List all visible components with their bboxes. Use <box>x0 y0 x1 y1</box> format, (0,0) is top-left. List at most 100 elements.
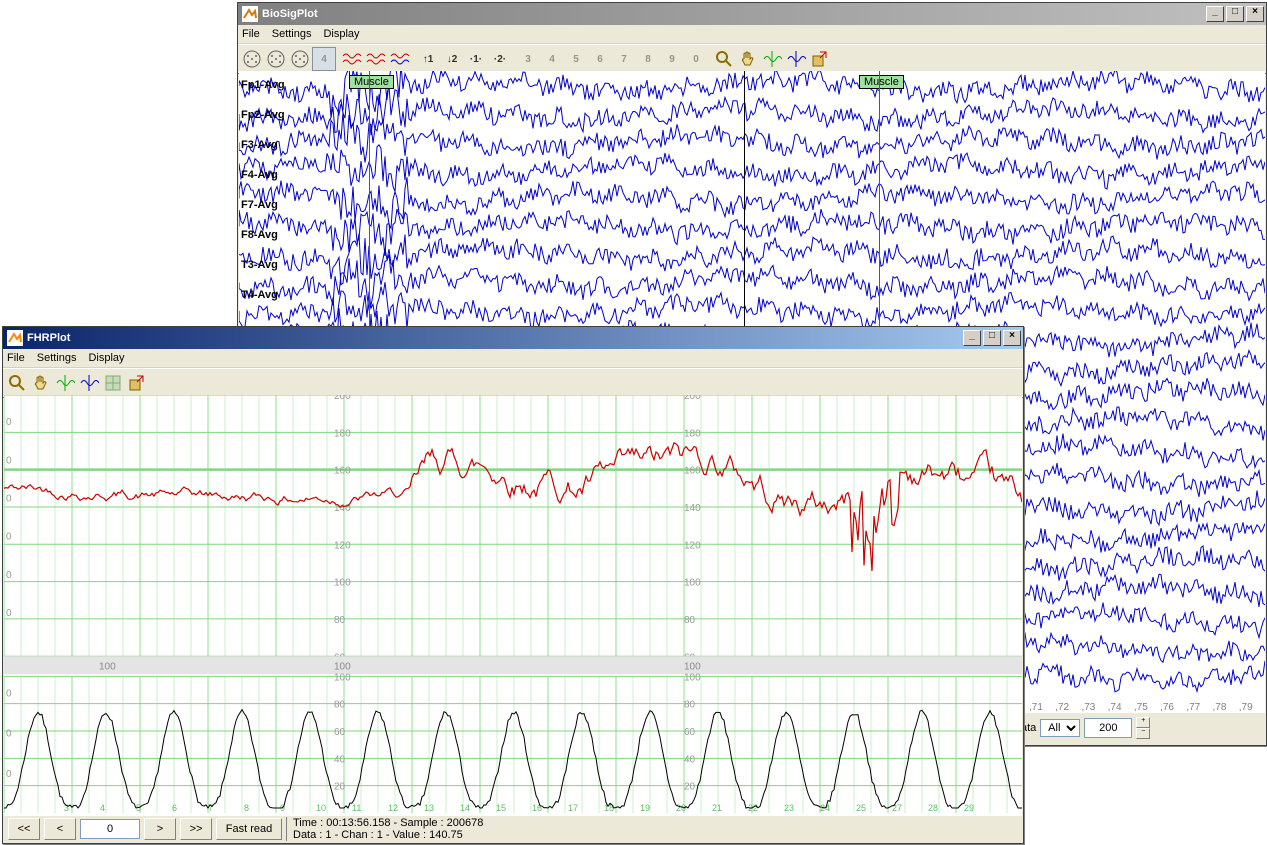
wave-red-1-icon[interactable] <box>340 47 364 71</box>
svg-text:0: 0 <box>6 769 12 780</box>
cursor-blue-icon[interactable] <box>784 47 808 71</box>
grid-icon[interactable] <box>101 371 125 395</box>
export-icon[interactable] <box>125 371 149 395</box>
montage-4-icon[interactable]: 4 <box>312 47 336 71</box>
montage-1-icon[interactable] <box>240 47 264 71</box>
arrow-down-2-icon[interactable]: ↓2 <box>440 47 464 71</box>
nav-last-button[interactable]: >> <box>180 818 212 840</box>
menu-file[interactable]: File <box>242 28 260 40</box>
svg-text:19: 19 <box>640 803 650 813</box>
n6-icon[interactable]: 6 <box>588 47 612 71</box>
n9-icon[interactable]: 9 <box>660 47 684 71</box>
fhrplot-window: FHRPlot _ □ × File Settings Display 2002… <box>2 326 1024 844</box>
svg-text:180: 180 <box>684 428 701 439</box>
svg-text:10: 10 <box>316 803 326 813</box>
svg-text:25: 25 <box>856 803 866 813</box>
svg-text:200: 200 <box>334 395 351 402</box>
channel-label: F4-Avg <box>241 169 278 181</box>
channel-label: Fp1-Avg <box>241 79 285 91</box>
scale-spinner[interactable]: +− <box>1136 717 1150 739</box>
svg-text:100: 100 <box>684 661 701 672</box>
svg-text:180: 180 <box>334 428 351 439</box>
montage-3-icon[interactable] <box>288 47 312 71</box>
svg-text:40: 40 <box>684 754 696 765</box>
scale-2-icon[interactable]: ·2· <box>488 47 512 71</box>
svg-text:16: 16 <box>532 803 542 813</box>
n8-icon[interactable]: 8 <box>636 47 660 71</box>
cursor-green-icon[interactable] <box>53 371 77 395</box>
nav-prev-button[interactable]: < <box>44 818 76 840</box>
n4-icon[interactable]: 4 <box>540 47 564 71</box>
channel-label: F3-Avg <box>241 139 278 151</box>
close-button[interactable]: × <box>1003 330 1021 346</box>
svg-text:80: 80 <box>684 700 696 711</box>
nav-first-button[interactable]: << <box>8 818 40 840</box>
svg-text:0: 0 <box>6 570 12 581</box>
channel-label: T3-Avg <box>241 259 278 271</box>
svg-text:0: 0 <box>6 729 12 740</box>
menu-settings[interactable]: Settings <box>37 352 77 364</box>
svg-text:27: 27 <box>892 803 902 813</box>
svg-text:160: 160 <box>684 466 701 477</box>
event-muscle-1[interactable]: Muscle <box>349 75 394 89</box>
svg-text:80: 80 <box>334 615 346 626</box>
matlab-icon <box>7 330 23 346</box>
hand-icon[interactable] <box>736 47 760 71</box>
channel-label: F8-Avg <box>241 229 278 241</box>
n3-icon[interactable]: 3 <box>516 47 540 71</box>
svg-text:12: 12 <box>388 803 398 813</box>
svg-text:0: 0 <box>6 417 12 428</box>
svg-text:200: 200 <box>684 395 701 402</box>
biosig-titlebar[interactable]: BioSigPlot _ □ × <box>238 3 1266 25</box>
svg-text:29: 29 <box>964 803 974 813</box>
svg-text:0: 0 <box>6 688 12 699</box>
fhr-bottom-bar: << < > >> Fast read Time : 00:13:56.158 … <box>4 815 1022 842</box>
svg-text:100: 100 <box>334 578 351 589</box>
minimize-button[interactable]: _ <box>1206 6 1224 22</box>
maximize-button[interactable]: □ <box>983 330 1001 346</box>
svg-text:100: 100 <box>334 672 351 683</box>
scale-value-input[interactable] <box>1084 718 1132 738</box>
channel-label: F7-Avg <box>241 199 278 211</box>
arrow-up-1-icon[interactable]: ↑1 <box>416 47 440 71</box>
scale-1-icon[interactable]: ·1· <box>464 47 488 71</box>
svg-text:15: 15 <box>496 803 506 813</box>
close-button[interactable]: × <box>1246 6 1264 22</box>
svg-text:20: 20 <box>684 782 696 793</box>
fhr-titlebar[interactable]: FHRPlot _ □ × <box>3 327 1023 349</box>
n7-icon[interactable]: 7 <box>612 47 636 71</box>
fhr-plot-area[interactable]: 2002001801801601601401401201201001008080… <box>4 395 1022 815</box>
svg-text:80: 80 <box>684 615 696 626</box>
maximize-button[interactable]: □ <box>1226 6 1244 22</box>
channel-select[interactable]: All <box>1040 719 1080 737</box>
event-muscle-2[interactable]: Muscle <box>859 75 904 89</box>
montage-2-icon[interactable] <box>264 47 288 71</box>
hand-icon[interactable] <box>29 371 53 395</box>
export-icon[interactable] <box>808 47 832 71</box>
menu-display[interactable]: Display <box>88 352 124 364</box>
cursor-green-icon[interactable] <box>760 47 784 71</box>
svg-text:11: 11 <box>352 803 361 813</box>
zoom-icon[interactable] <box>712 47 736 71</box>
nav-next-button[interactable]: > <box>144 818 176 840</box>
menu-display[interactable]: Display <box>323 28 359 40</box>
wave-mixed-icon[interactable] <box>388 47 412 71</box>
n0-icon[interactable]: 0 <box>684 47 708 71</box>
n5-icon[interactable]: 5 <box>564 47 588 71</box>
biosig-toolbar: 4↑1↓2·1··2·34567890 <box>238 44 1266 74</box>
menu-file[interactable]: File <box>7 352 25 364</box>
zoom-icon[interactable] <box>5 371 29 395</box>
svg-text:60: 60 <box>684 727 696 738</box>
cursor-blue-icon[interactable] <box>77 371 101 395</box>
svg-text:14: 14 <box>460 803 470 813</box>
wave-red-2-icon[interactable] <box>364 47 388 71</box>
status-line-2: Data : 1 - Chan : 1 - Value : 140.75 <box>293 829 483 841</box>
menu-settings[interactable]: Settings <box>272 28 312 40</box>
nav-position-input[interactable] <box>80 819 140 839</box>
minimize-button[interactable]: _ <box>963 330 981 346</box>
svg-text:6: 6 <box>172 803 177 813</box>
svg-text:120: 120 <box>334 540 351 551</box>
status-line-1: Time : 00:13:56.158 - Sample : 200678 <box>293 817 483 829</box>
fast-read-button[interactable]: Fast read <box>216 818 282 840</box>
svg-text:20: 20 <box>334 782 346 793</box>
